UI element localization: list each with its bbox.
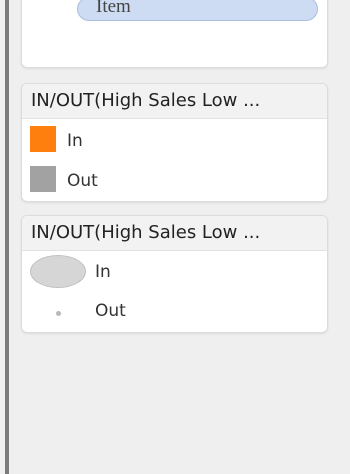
color-swatch-in xyxy=(30,126,56,152)
item-pill-label: Item xyxy=(96,0,131,17)
item-pill[interactable]: Item xyxy=(77,0,318,21)
small-circle-marker xyxy=(56,311,61,316)
color-legend-card: IN/OUT(High Sales Low ... In Out xyxy=(21,83,328,202)
size-legend-item-out[interactable]: Out xyxy=(22,293,327,331)
size-legend-label-out: Out xyxy=(95,301,126,321)
color-legend-label-in: In xyxy=(67,131,83,151)
color-swatch-out xyxy=(30,166,56,192)
color-legend-label-out: Out xyxy=(67,171,98,191)
color-legend-item-out[interactable]: Out xyxy=(22,163,327,201)
color-legend-item-in[interactable]: In xyxy=(22,122,327,160)
size-legend-label-in: In xyxy=(95,262,111,282)
size-legend-title[interactable]: IN/OUT(High Sales Low ... xyxy=(22,216,327,251)
size-legend-card: IN/OUT(High Sales Low ... In Out xyxy=(21,215,328,333)
size-legend-item-in[interactable]: In xyxy=(22,253,327,291)
large-circle-marker xyxy=(30,255,86,288)
shelf-card: Item xyxy=(21,0,328,68)
color-legend-title[interactable]: IN/OUT(High Sales Low ... xyxy=(22,84,327,119)
left-divider xyxy=(5,0,9,474)
